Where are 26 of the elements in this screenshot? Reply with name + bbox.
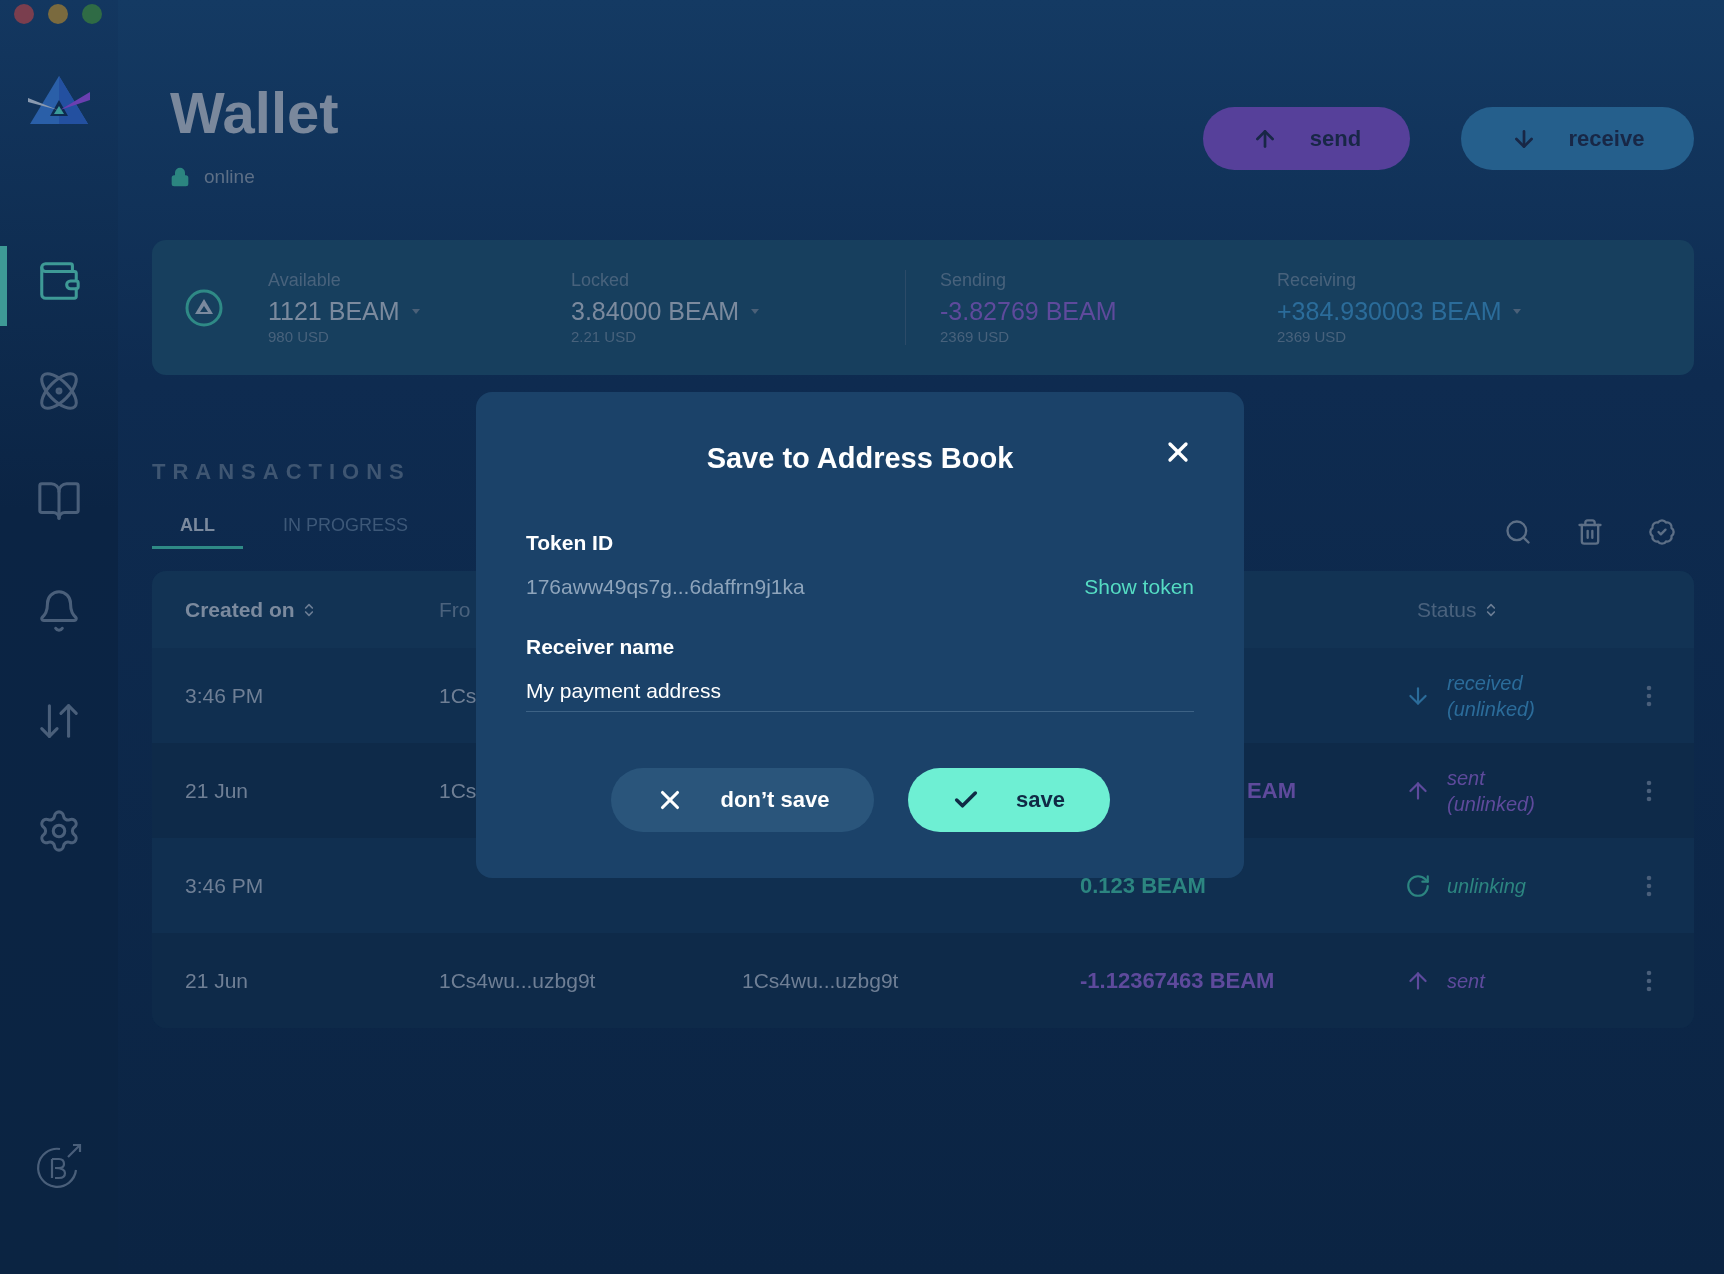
- column-header: Fro: [439, 597, 471, 622]
- balance-amount: -3.82769 BEAM: [940, 297, 1117, 326]
- table-cell: 21 Jun: [185, 968, 249, 993]
- balance-amount: +384.930003 BEAM: [1277, 297, 1502, 326]
- page-title: Wallet: [170, 79, 339, 147]
- status-text: online: [204, 166, 255, 188]
- table-cell: 1Cs4wu...uzbg9t: [439, 968, 596, 993]
- table-cell: 3:46 PM: [185, 873, 264, 898]
- amount-text: EAM: [1247, 777, 1296, 804]
- token-text: 176aww49qs7g...6daffrn9j1ka: [526, 575, 805, 599]
- field-label: Token ID: [526, 531, 615, 555]
- field-label: Receiver name: [526, 635, 676, 659]
- amount-text: -1.12367463 BEAM: [1080, 967, 1275, 994]
- table-cell: 1Cs: [439, 778, 477, 803]
- status-text: received (unlinked): [1447, 670, 1536, 722]
- status-text: sent: [1447, 968, 1487, 994]
- dialog-title: Save to Address Book: [706, 442, 1014, 475]
- table-cell: 3:46 PM: [185, 683, 264, 708]
- balance-amount: 1121 BEAM: [268, 297, 400, 326]
- table-cell: 1Cs4wu...uzbg9t: [742, 968, 899, 993]
- status-text: unlinking: [1447, 873, 1527, 899]
- amount-text: 0.123 BEAM: [1080, 872, 1206, 899]
- table-cell: 21 Jun: [185, 778, 249, 803]
- status-text: sent (unlinked): [1447, 765, 1536, 817]
- balance-amount: 3.84000 BEAM: [571, 297, 740, 326]
- table-cell: 1Cs: [439, 683, 477, 708]
